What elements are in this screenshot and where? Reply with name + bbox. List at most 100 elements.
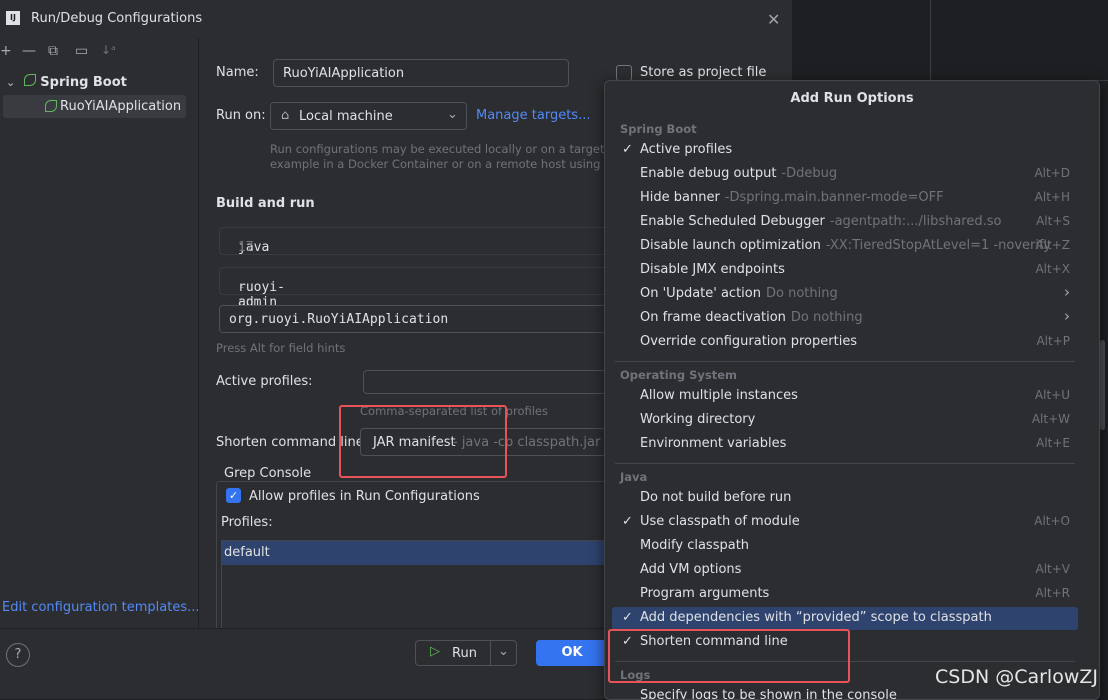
run-on-hint: example in a Docker Container or on a re… xyxy=(270,157,631,171)
ide-scrollbar[interactable] xyxy=(1100,340,1105,430)
menu-item[interactable]: Modify classpath xyxy=(612,535,1078,558)
divider xyxy=(490,641,491,665)
main-class-value: org.ruoyi.RuoYiAIApplication xyxy=(229,312,449,327)
alt-hint: Press Alt for field hints xyxy=(216,341,346,355)
run-on-hint: Run configurations may be executed local… xyxy=(270,142,628,156)
menu-item-label: Program arguments xyxy=(640,586,770,601)
menu-item[interactable]: ✓ Active profiles xyxy=(612,139,1078,162)
menu-item[interactable]: Disable launch optimization -XX:TieredSto… xyxy=(612,235,1078,258)
check-icon: ✓ xyxy=(622,142,633,157)
menu-item[interactable]: Working directory Alt+W xyxy=(612,409,1078,432)
menu-item-selected[interactable]: ✓ Add dependencies with “provided” scope … xyxy=(612,607,1078,630)
menu-item-flag: -XX:TieredStopAtLevel=1 -noverify xyxy=(825,238,1052,253)
menu-item-shortcut: Alt+E xyxy=(1036,436,1070,450)
store-as-file-checkbox[interactable] xyxy=(616,65,632,81)
spring-boot-icon xyxy=(23,74,36,86)
menu-item-label: On 'Update' action xyxy=(640,286,761,301)
ide-divider xyxy=(930,0,931,80)
menu-item-flag: Do nothing xyxy=(765,286,838,301)
chevron-down-icon[interactable]: ⌄ xyxy=(498,644,509,659)
menu-item[interactable]: On frame deactivation Do nothing › xyxy=(612,307,1078,330)
menu-item-shortcut: Alt+H xyxy=(1034,190,1070,204)
config-tree-panel xyxy=(0,38,199,628)
menu-item[interactable]: Enable debug output -Ddebug Alt+D xyxy=(612,163,1078,186)
menu-item-label: Active profiles xyxy=(640,142,733,157)
menu-item[interactable]: Hide banner -Dspring.main.banner-mode=OFF… xyxy=(612,187,1078,210)
add-icon[interactable]: + xyxy=(0,43,12,59)
edit-templates-link[interactable]: Edit configuration templates... xyxy=(2,600,200,615)
menu-item-label: On frame deactivation xyxy=(640,310,786,325)
section-spring-boot: Spring Boot xyxy=(620,122,697,136)
menu-item-label: Add dependencies with “provided” scope t… xyxy=(640,610,992,625)
menu-item-shortcut: Alt+P xyxy=(1036,334,1070,348)
grep-console-title: Grep Console xyxy=(222,466,314,481)
active-profiles-input[interactable] xyxy=(363,370,609,394)
run-on-select[interactable]: ⌂ Local machine ⌄ xyxy=(270,102,467,130)
menu-item-label: Disable launch optimization xyxy=(640,238,821,253)
jre-field[interactable]: java 17 xyxy=(219,227,609,255)
menu-item[interactable]: Do not build before run xyxy=(612,487,1078,510)
tree-item-label: RuoYiAIApplication xyxy=(60,99,182,114)
jre-version: 17 xyxy=(238,240,254,255)
tree-group-label: Spring Boot xyxy=(40,75,127,90)
menu-item-label: Add VM options xyxy=(640,562,742,577)
watermark: CSDN @CarlowZJ xyxy=(935,666,1098,688)
section-operating-system: Operating System xyxy=(620,368,738,382)
ok-button[interactable]: OK xyxy=(536,640,608,666)
menu-item-label: Override configuration properties xyxy=(640,334,858,349)
name-value: RuoYiAIApplication xyxy=(283,66,405,81)
name-label: Name: xyxy=(216,65,259,80)
menu-item[interactable]: Enable Scheduled Debugger -agentpath:.../… xyxy=(612,211,1078,234)
divider xyxy=(615,361,1075,362)
menu-item[interactable]: Disable JMX endpoints Alt+X xyxy=(612,259,1078,282)
name-input[interactable]: RuoYiAIApplication xyxy=(273,59,569,87)
popup-title: Add Run Options xyxy=(790,91,914,106)
menu-item-label: Modify classpath xyxy=(640,538,750,553)
tree-item-ruoyi-app[interactable]: RuoYiAIApplication xyxy=(3,95,186,118)
menu-item-shortcut: Alt+V xyxy=(1035,562,1070,576)
menu-item[interactable]: Environment variables Alt+E xyxy=(612,433,1078,456)
classpath-field[interactable]: -cp ruoyi-admin xyxy=(219,267,609,310)
manage-targets-link[interactable]: Manage targets... xyxy=(476,108,590,123)
tree-group-spring-boot[interactable]: ⌄ Spring Boot xyxy=(6,74,127,90)
menu-item-label: Specify logs to be shown in the console xyxy=(640,688,897,700)
copy-icon[interactable]: ⧉ xyxy=(48,43,58,59)
check-icon: ✓ xyxy=(622,514,633,529)
annotation-highlight xyxy=(339,405,507,478)
list-item[interactable]: default xyxy=(222,541,610,565)
menu-item-label: Allow multiple instances xyxy=(640,388,798,403)
run-label: Run xyxy=(452,646,477,661)
menu-item-label: Enable Scheduled Debugger xyxy=(640,214,825,229)
menu-item[interactable]: Override configuration properties Alt+P xyxy=(612,331,1078,354)
menu-item-shortcut: Alt+O xyxy=(1034,514,1070,528)
menu-item[interactable]: ✓ Use classpath of module Alt+O xyxy=(612,511,1078,534)
home-icon: ⌂ xyxy=(281,108,290,123)
run-on-value: Local machine xyxy=(299,109,393,124)
help-button[interactable]: ? xyxy=(6,643,30,667)
sort-icon[interactable]: ↓ᵃ xyxy=(101,43,116,57)
chevron-down-icon: ⌄ xyxy=(447,107,458,122)
section-java: Java xyxy=(620,470,648,484)
menu-item[interactable]: Add VM options Alt+V xyxy=(612,559,1078,582)
menu-item-label: Use classpath of module xyxy=(640,514,800,529)
menu-item[interactable]: Allow multiple instances Alt+U xyxy=(612,385,1078,408)
spring-boot-icon xyxy=(45,100,57,112)
remove-icon[interactable]: — xyxy=(22,43,36,59)
run-button[interactable]: ▷ Run ⌄ xyxy=(415,640,517,666)
main-class-field[interactable]: org.ruoyi.RuoYiAIApplication xyxy=(219,305,609,333)
dialog-titlebar: IJ Run/Debug Configurations ✕ xyxy=(0,0,792,38)
check-icon: ✓ xyxy=(622,610,633,625)
menu-item[interactable]: Program arguments Alt+R xyxy=(612,583,1078,606)
menu-item-shortcut: Alt+Z xyxy=(1035,238,1070,252)
menu-item-label: Do not build before run xyxy=(640,490,792,505)
dialog-title: Run/Debug Configurations xyxy=(31,11,203,26)
new-folder-icon[interactable]: ▭ xyxy=(75,43,88,59)
close-icon[interactable]: ✕ xyxy=(767,10,780,29)
allow-profiles-label: Allow profiles in Run Configurations xyxy=(249,489,480,504)
menu-item-label: Hide banner xyxy=(640,190,720,205)
chevron-right-icon: › xyxy=(1064,283,1070,301)
menu-item-label: Enable debug output xyxy=(640,166,777,181)
chevron-down-icon[interactable]: ⌄ xyxy=(6,76,15,89)
allow-profiles-checkbox[interactable]: ✓ xyxy=(226,488,241,503)
menu-item[interactable]: On 'Update' action Do nothing › xyxy=(612,283,1078,306)
